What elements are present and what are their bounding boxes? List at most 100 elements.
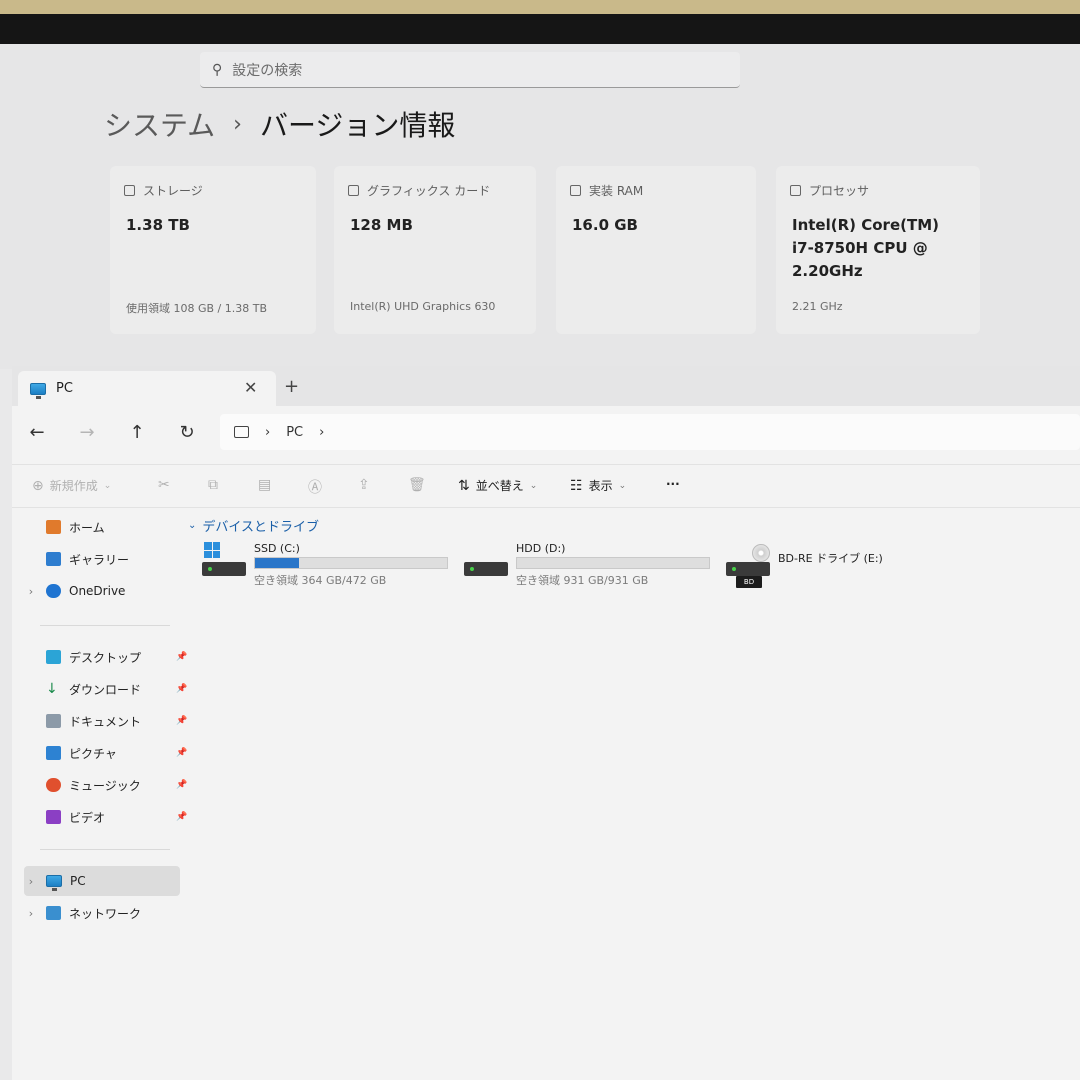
documents-icon [46,714,61,728]
processor-icon [790,185,801,196]
settings-search-box[interactable]: ⚲ 設定の検索 [200,52,740,88]
sidebar-item-home[interactable]: ホーム [24,512,180,542]
monitor-icon [234,426,249,438]
address-separator-2[interactable]: › [319,425,324,440]
view-button-label: 表示 [588,479,613,493]
graphics-card-title: グラフィックス カード [367,184,491,198]
graphics-card-sub: Intel(R) UHD Graphics 630 [350,300,496,313]
sidebar-item-documents[interactable]: ドキュメント 📌 [24,706,187,736]
new-button[interactable]: ⊕ 新規作成 ⌄ [32,477,111,494]
sort-icon: ⇅ [458,477,470,494]
more-options-button[interactable]: ··· [666,477,680,491]
breadcrumb: システム › バージョン情報 [104,104,455,144]
sidebar-item-label: ダウンロード [69,682,142,697]
tab-pc[interactable]: PC ✕ [18,371,276,406]
chevron-right-icon[interactable]: › [24,585,38,598]
sidebar-item-label: ネットワーク [69,906,142,921]
sidebar-item-label: ギャラリー [69,552,130,567]
music-icon [46,778,61,792]
chevron-right-icon[interactable]: › [24,907,38,920]
optical-disc-icon [752,544,770,562]
drive-name: BD-RE ドライブ (E:) [778,552,883,565]
ram-card: 実装 RAM 16.0 GB [556,166,756,334]
sidebar-item-onedrive[interactable]: › OneDrive [24,576,180,606]
pc-icon [30,382,46,399]
up-button[interactable]: ↑ [112,422,162,443]
storage-card-value: 1.38 TB [126,216,190,234]
optical-drive-icon [726,562,770,576]
settings-window: ⚲ 設定の検索 システム › バージョン情報 ストレージ 1.38 TB 使用領… [0,44,1080,369]
address-bar[interactable]: › PC › [220,414,1080,450]
sidebar-item-label: デスクトップ [69,650,142,665]
chevron-down-icon: ⌄ [188,520,197,531]
storage-card-title: ストレージ [143,184,203,198]
gallery-icon [46,552,61,566]
view-button[interactable]: ☷ 表示 ⌄ [570,477,626,494]
plus-circle-icon: ⊕ [32,477,44,494]
sidebar-divider [40,849,170,850]
download-icon: ↓ [46,681,58,697]
storage-card: ストレージ 1.38 TB 使用領域 108 GB / 1.38 TB [110,166,316,334]
hard-drive-icon [202,562,246,576]
page-title: バージョン情報 [259,109,456,142]
back-button[interactable]: ← [12,422,62,443]
sidebar-divider [40,625,170,626]
graphics-card-value: 128 MB [350,216,413,234]
copy-icon[interactable]: ⧉ [208,477,218,493]
address-segment-pc[interactable]: PC [286,425,303,440]
sidebar-item-label: ピクチャ [69,746,117,761]
navigation-pane: ホーム ギャラリー › OneDrive デスクトップ 📌 ↓ ダウンロード 📌 [12,512,187,1080]
group-header-label: デバイスとドライブ [202,520,320,535]
monitor-bezel-top [0,0,1080,14]
tab-title: PC [56,381,73,396]
drive-usage-bar [516,557,710,569]
processor-card-title: プロセッサ [809,184,870,198]
sidebar-item-music[interactable]: ミュージック 📌 [24,770,187,800]
address-separator-1[interactable]: › [265,425,270,440]
sidebar-item-gallery[interactable]: ギャラリー [24,544,180,574]
sidebar-item-pc[interactable]: › PC [24,866,180,896]
sidebar-item-network[interactable]: › ネットワーク [24,898,180,928]
cut-icon[interactable]: ✂ [158,477,170,493]
drive-name: HDD (D:) [516,542,566,555]
monitor-bezel [0,14,1080,44]
refresh-button[interactable]: ↻ [162,422,212,443]
drive-free-space: 空き領域 931 GB/931 GB [516,574,649,587]
onedrive-cloud-icon [46,584,61,598]
close-tab-icon[interactable]: ✕ [244,378,257,397]
breadcrumb-parent[interactable]: システム [104,104,215,144]
new-button-label: 新規作成 [49,479,98,493]
videos-icon [46,810,61,824]
paste-icon[interactable]: ▤ [258,477,271,493]
share-icon[interactable]: ⇪ [358,477,370,493]
command-bar: ⊕ 新規作成 ⌄ ✂ ⧉ ▤ Ⓐ ⇪ 🗑 ⇅ 並べ替え ⌄ ☷ 表示 ⌄ ··· [12,464,1080,508]
chevron-right-icon[interactable]: › [24,875,38,888]
sidebar-item-desktop[interactable]: デスクトップ 📌 [24,642,187,672]
drive-name: SSD (C:) [254,542,300,555]
forward-button[interactable]: → [62,422,112,443]
storage-icon [124,185,135,196]
windows-logo-icon [204,542,220,558]
rename-icon[interactable]: Ⓐ [308,477,322,497]
chevron-down-icon: ⌄ [529,480,538,491]
sidebar-item-label: OneDrive [69,584,126,598]
delete-icon[interactable]: 🗑 [408,477,426,493]
storage-card-sub: 使用領域 108 GB / 1.38 TB [126,302,268,315]
devices-drives-group[interactable]: ⌄ デバイスとドライブ [188,516,319,535]
drive-usage-bar [254,557,448,569]
sidebar-item-label: ミュージック [69,778,141,793]
sidebar-item-downloads[interactable]: ↓ ダウンロード 📌 [24,674,187,704]
desktop-icon [46,650,61,664]
sidebar-item-videos[interactable]: ビデオ 📌 [24,802,187,832]
sidebar-item-label: ビデオ [69,810,106,825]
breadcrumb-separator: › [233,111,242,137]
view-icon: ☷ [570,477,583,494]
bd-badge: BD [736,576,762,588]
pictures-icon [46,746,61,760]
sort-button-label: 並べ替え [475,479,524,493]
pc-icon [46,875,62,891]
new-tab-button[interactable]: + [284,376,299,397]
graphics-card: グラフィックス カード 128 MB Intel(R) UHD Graphics… [334,166,536,334]
sidebar-item-pictures[interactable]: ピクチャ 📌 [24,738,187,768]
sort-button[interactable]: ⇅ 並べ替え ⌄ [458,477,537,494]
